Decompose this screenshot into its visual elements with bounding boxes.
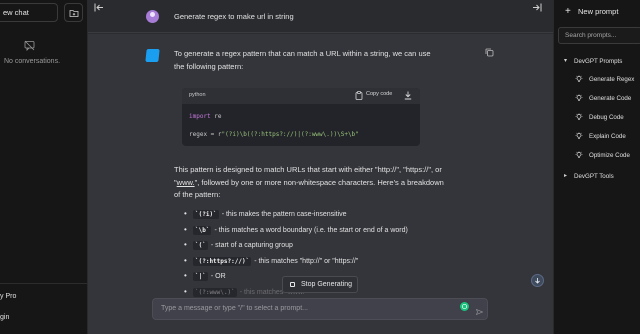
prompt-item-generate-regex[interactable]: Generate Regex — [575, 75, 635, 88]
stop-icon — [290, 282, 295, 287]
code-keyword: import — [189, 113, 211, 120]
prompt-item-debug-code[interactable]: Debug Code — [575, 113, 624, 126]
prompt-label: Explain Code — [589, 133, 626, 140]
list-item: `(?i)`- this makes the pattern case-inse… — [184, 209, 484, 226]
search-prompts-input[interactable] — [558, 27, 640, 44]
lightbulb-icon — [575, 151, 583, 158]
code-content: import re regex = r"(?i)\b((?:https?://)… — [189, 108, 359, 144]
folder-devgpt-prompts[interactable]: ▾ DevGPT Prompts — [564, 58, 622, 68]
download-icon[interactable] — [404, 91, 412, 100]
list-item-text: - this makes the pattern case-insensitiv… — [221, 211, 347, 218]
new-folder-button[interactable] — [64, 3, 83, 22]
prompt-label: Generate Code — [589, 95, 632, 102]
stop-generating-label: Stop Generating — [301, 281, 352, 288]
folder-plus-icon — [69, 10, 79, 17]
prompt-label: Optimize Code — [589, 152, 630, 159]
list-item: `(?:https?://)`- this matches "http://" … — [184, 256, 484, 273]
prompt-item-generate-code[interactable]: Generate Code — [575, 94, 632, 107]
code-block-header: python Copy code — [182, 88, 420, 104]
lightbulb-icon — [575, 94, 583, 101]
folder-devgpt-tools[interactable]: ▸ DevGPT Tools — [564, 173, 614, 183]
inline-code: `(?:https?://)` — [193, 256, 252, 266]
list-item: `\b`- this matches a word boundary (i.e.… — [184, 225, 484, 242]
lightbulb-icon — [575, 132, 583, 139]
send-icon[interactable] — [476, 309, 483, 315]
message-input-container — [152, 298, 488, 320]
code-regex-string: "(?i)\b((?:https?://)|(?:www\.))\S+\b" — [221, 131, 359, 138]
inline-code: `(?i)` — [193, 210, 219, 219]
assistant-intro-text: To generate a regex pattern that can mat… — [174, 49, 431, 71]
assistant-avatar — [145, 49, 160, 62]
inline-code: `\b` — [193, 225, 212, 235]
code-line1-rest: re — [210, 113, 222, 120]
collapse-right-sidebar-icon[interactable] — [532, 3, 542, 12]
lightbulb-icon — [575, 75, 583, 82]
code-line2-lhs: regex = r — [189, 131, 222, 138]
chevron-right-icon: ▸ — [564, 173, 568, 179]
prompt-item-explain-code[interactable]: Explain Code — [575, 132, 626, 145]
chat-main: Generate regex to make url in string To … — [88, 0, 553, 334]
www-link[interactable]: www. — [177, 178, 195, 187]
copy-message-icon[interactable] — [485, 48, 494, 57]
lightbulb-icon — [575, 113, 583, 120]
folder-label: DevGPT Tools — [574, 173, 614, 180]
login-link[interactable]: gin — [0, 314, 9, 321]
code-language-label: python — [189, 92, 206, 98]
inline-code: `(?:www\.)` — [193, 287, 237, 297]
code-block: python Copy code import re regex = r"(?i… — [182, 88, 420, 146]
message-input[interactable] — [161, 305, 451, 312]
list-item-text: - OR — [210, 273, 226, 280]
chevron-down-icon: ▾ — [564, 58, 568, 64]
no-conversations-text: No conversations. — [3, 58, 61, 65]
prompt-item-optimize-code[interactable]: Optimize Code — [575, 151, 630, 164]
user-avatar — [146, 10, 159, 23]
new-chat-button[interactable]: ew chat — [0, 3, 58, 22]
stop-generating-button[interactable]: Stop Generating — [282, 276, 358, 293]
prompts-sidebar: + New prompt ▾ DevGPT Prompts Generate R… — [553, 0, 640, 334]
upgrade-pro-link[interactable]: y Pro — [0, 293, 16, 300]
clipboard-icon[interactable] — [355, 91, 363, 100]
arrow-down-icon — [535, 278, 540, 284]
list-item-text: - start of a capturing group — [210, 242, 293, 249]
folder-label: DevGPT Prompts — [574, 58, 623, 65]
sidebar-divider — [0, 283, 88, 284]
user-message-row: Generate regex to make url in string — [88, 0, 553, 33]
prompt-label: Generate Regex — [589, 76, 635, 83]
openai-logo-icon — [460, 302, 469, 311]
prompt-label: Debug Code — [589, 114, 624, 121]
list-item-text: - this matches a word boundary (i.e. the… — [214, 226, 408, 234]
collapse-left-sidebar-icon[interactable] — [94, 3, 104, 12]
plus-icon: + — [565, 6, 571, 17]
left-sidebar: ew chat No conversations. y Pro gin — [0, 0, 88, 334]
user-message-text: Generate regex to make url in string — [174, 12, 294, 21]
new-prompt-label: New prompt — [578, 7, 619, 16]
inline-code: `(` — [193, 241, 208, 250]
inline-code: `|` — [193, 272, 208, 281]
new-prompt-button[interactable]: + New prompt — [558, 3, 640, 21]
scroll-to-bottom-button[interactable] — [531, 274, 544, 287]
list-item: `(`- start of a capturing group — [184, 240, 484, 257]
list-item-text: - this matches "http://" or "https://" — [254, 257, 359, 265]
app-root: ew chat No conversations. y Pro gin Gene… — [0, 0, 640, 334]
description-part: ", followed by one or more non-whitespac… — [174, 177, 444, 200]
pattern-description: This pattern is designed to match URLs t… — [174, 164, 444, 202]
chat-off-icon — [24, 40, 35, 51]
copy-code-button[interactable]: Copy code — [366, 91, 392, 97]
